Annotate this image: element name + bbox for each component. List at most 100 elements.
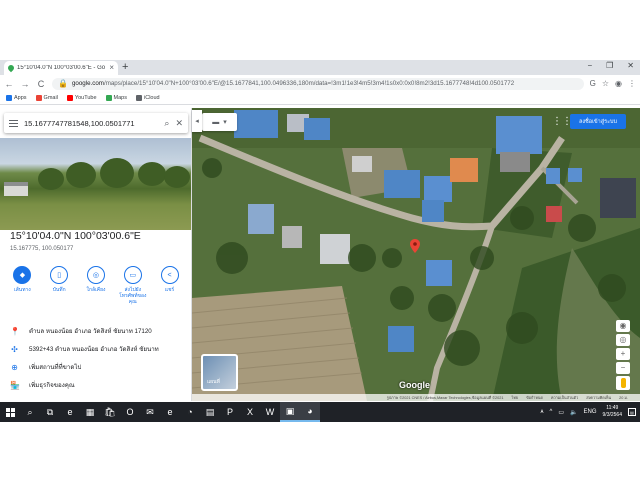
- taskbar-search-icon[interactable]: ⌕: [20, 402, 40, 422]
- taskbar-mail-icon[interactable]: ✉: [140, 402, 160, 422]
- map-footer-item[interactable]: 20 ม.: [619, 395, 628, 401]
- close-icon[interactable]: ✕: [175, 118, 183, 129]
- bookmark-label: iCloud: [144, 95, 160, 101]
- restore-icon[interactable]: ❐: [606, 61, 613, 70]
- tray-language-icon[interactable]: ENG: [584, 409, 597, 415]
- map-footer: รูปภาพ ©2021 CNES / Airbus,Maxar Technol…: [192, 394, 640, 401]
- taskbar-powerpoint-icon[interactable]: P: [220, 402, 240, 422]
- back-arrow-icon[interactable]: ←: [4, 79, 14, 89]
- map-footer-item[interactable]: ข้อกำหนด: [526, 395, 543, 401]
- notification-icon[interactable]: ▤: [628, 408, 636, 416]
- clock[interactable]: 11:49 9/3/2564: [603, 405, 622, 419]
- taskbar-store-icon[interactable]: 🛍: [100, 402, 120, 422]
- tab-close-icon[interactable]: ×: [109, 64, 114, 72]
- tray-overflow-icon[interactable]: ^: [550, 409, 553, 415]
- tab-maps[interactable]: 15°10'04.0"N 100°03'00.6"E - Go ×: [4, 61, 118, 75]
- bookmark-icloud[interactable]: iCloud: [136, 95, 160, 101]
- taskbar-chrome-alt-icon[interactable]: ◔: [180, 402, 200, 422]
- sign-in-button[interactable]: ลงชื่อเข้าสู่ระบบ: [570, 114, 626, 129]
- taskbar-ie-icon[interactable]: e: [160, 402, 180, 422]
- bookmark-label: Apps: [14, 95, 27, 101]
- compass-icon[interactable]: ◉: [616, 320, 630, 332]
- bookmark-label: YouTube: [74, 95, 97, 101]
- save-icon: ▯: [50, 266, 69, 284]
- satellite-map[interactable]: ▬ ▾ ⋮⋮⋮ ลงชื่อเข้าสู่ระบบ แผนที่ Google …: [192, 108, 640, 401]
- close-window-icon[interactable]: ✕: [627, 61, 634, 70]
- taskbar-word-icon[interactable]: W: [260, 402, 280, 422]
- directions-button[interactable]: ◆ เส้นทาง: [6, 266, 38, 305]
- screen: 15°10'04.0"N 100°03'00.6"E - Go × + − ❐ …: [0, 0, 640, 480]
- lock-icon: 🔒: [58, 79, 68, 88]
- bookmark-maps[interactable]: Maps: [105, 95, 127, 101]
- bookmark-label: Gmail: [43, 95, 58, 101]
- directions-label: เส้นทาง: [14, 287, 31, 293]
- nearby-icon: ◎: [86, 266, 105, 284]
- bookmark-maps-icon: [105, 95, 112, 101]
- layers-icon: ▬: [212, 118, 220, 126]
- address-row[interactable]: 📍 ตำบล หนองน้อย อำเภอ วัดสิงห์ ชัยนาท 17…: [0, 326, 191, 336]
- bookmark-youtube[interactable]: YouTube: [66, 95, 97, 101]
- minimize-icon[interactable]: −: [587, 61, 592, 70]
- translate-icon[interactable]: G: [590, 79, 596, 88]
- reload-icon[interactable]: C: [36, 79, 46, 89]
- add-missing-text: เพิ่มสถานที่ที่ขาดไป: [29, 364, 82, 371]
- bookmarks-bar: Apps Gmail YouTube Maps iCloud: [0, 92, 640, 105]
- taskbar-excel-icon[interactable]: X: [240, 402, 260, 422]
- search-icon[interactable]: ⌕: [164, 118, 169, 129]
- taskbar-chrome-icon[interactable]: ◕: [300, 402, 320, 422]
- zoom-out-button[interactable]: −: [616, 362, 630, 374]
- avatar[interactable]: ◉: [615, 79, 622, 88]
- taskbar-line-icon[interactable]: ▣: [280, 402, 300, 422]
- add-missing-row[interactable]: ⊕ เพิ่มสถานที่ที่ขาดไป: [0, 362, 191, 372]
- collapse-panel-button[interactable]: ◂: [192, 110, 202, 132]
- bookmark-apps-icon: [6, 95, 12, 101]
- share-button[interactable]: < แชร์: [154, 266, 186, 305]
- tab-strip: 15°10'04.0"N 100°03'00.6"E - Go × + − ❐ …: [0, 60, 640, 75]
- forward-arrow-icon[interactable]: →: [20, 79, 30, 89]
- map-footer-item: รูปภาพ ©2021 CNES / Airbus,Maxar Technol…: [386, 395, 504, 400]
- taskbar-files-icon[interactable]: ▤: [200, 402, 220, 422]
- clock-date: 9/3/2564: [602, 412, 622, 418]
- send-to-phone-label: ส่งไปยังโทรศัพท์ของคุณ: [119, 287, 147, 305]
- bookmark-apps[interactable]: Apps: [6, 95, 27, 101]
- taskbar-edge-icon[interactable]: e: [60, 402, 80, 422]
- browser-chrome: 15°10'04.0"N 100°03'00.6"E - Go × + − ❐ …: [0, 60, 640, 105]
- tray-volume-icon[interactable]: 🔈: [570, 409, 577, 416]
- place-coordinates: 15.167775, 100.050177: [10, 246, 74, 252]
- browser-toolbar: ← → C 🔒 google.com/maps/place/15°10'04.0…: [0, 75, 640, 92]
- nearby-button[interactable]: ◎ ใกล้เคียง: [80, 266, 112, 305]
- tab-title: 15°10'04.0"N 100°03'00.6"E - Go: [17, 65, 106, 71]
- zoom-in-button[interactable]: +: [616, 348, 630, 360]
- taskbar-opera-icon[interactable]: O: [120, 402, 140, 422]
- map-type-toggle[interactable]: แผนที่: [201, 354, 238, 391]
- street-view-pegman-icon[interactable]: [616, 376, 630, 390]
- tray-battery-icon[interactable]: ▭: [558, 409, 564, 416]
- star-icon[interactable]: ☆: [602, 79, 609, 88]
- save-button[interactable]: ▯ บันทึก: [43, 266, 75, 305]
- share-label: แชร์: [164, 287, 175, 293]
- address-bar[interactable]: 🔒 google.com/maps/place/15°10'04.0"N+100…: [52, 77, 584, 90]
- add-business-text: เพิ่มธุรกิจของคุณ: [29, 382, 75, 389]
- new-tab-button[interactable]: +: [122, 61, 128, 73]
- bookmark-gmail[interactable]: Gmail: [35, 95, 58, 101]
- map-footer-item[interactable]: ส่งความคิดเห็น: [586, 395, 611, 401]
- my-location-icon[interactable]: ◎: [616, 334, 630, 346]
- menu-icon[interactable]: [9, 119, 18, 127]
- map-layers-button[interactable]: ▬ ▾: [202, 113, 237, 131]
- taskbar-task-view-icon[interactable]: ⧉: [40, 402, 60, 422]
- start-button[interactable]: [0, 402, 20, 422]
- tray-input-icon[interactable]: ᴀ: [541, 409, 544, 415]
- search-input[interactable]: 15.1677747781548,100.0501771: [24, 119, 158, 128]
- search-box[interactable]: 15.1677747781548,100.0501771 ⌕ ✕: [4, 113, 188, 133]
- place-photo[interactable]: [0, 138, 191, 230]
- windows-logo-icon: [5, 407, 15, 417]
- plus-code-row[interactable]: ✣ 5392+43 ตำบล หนองน้อย อำเภอ วัดสิงห์ ช…: [0, 344, 191, 354]
- layers-dropdown-icon: ▾: [223, 119, 227, 126]
- send-to-phone-button[interactable]: ▭ ส่งไปยังโทรศัพท์ของคุณ: [117, 266, 149, 305]
- window-controls: − ❐ ✕: [587, 61, 634, 70]
- map-footer-item[interactable]: ไทย: [511, 395, 518, 401]
- browser-menu-icon[interactable]: ⋮: [628, 79, 636, 88]
- map-footer-item[interactable]: ความเป็นส่วนตัว: [551, 395, 578, 401]
- add-business-row[interactable]: 🏪 เพิ่มธุรกิจของคุณ: [0, 380, 191, 390]
- taskbar-file-explorer-icon[interactable]: ▦: [80, 402, 100, 422]
